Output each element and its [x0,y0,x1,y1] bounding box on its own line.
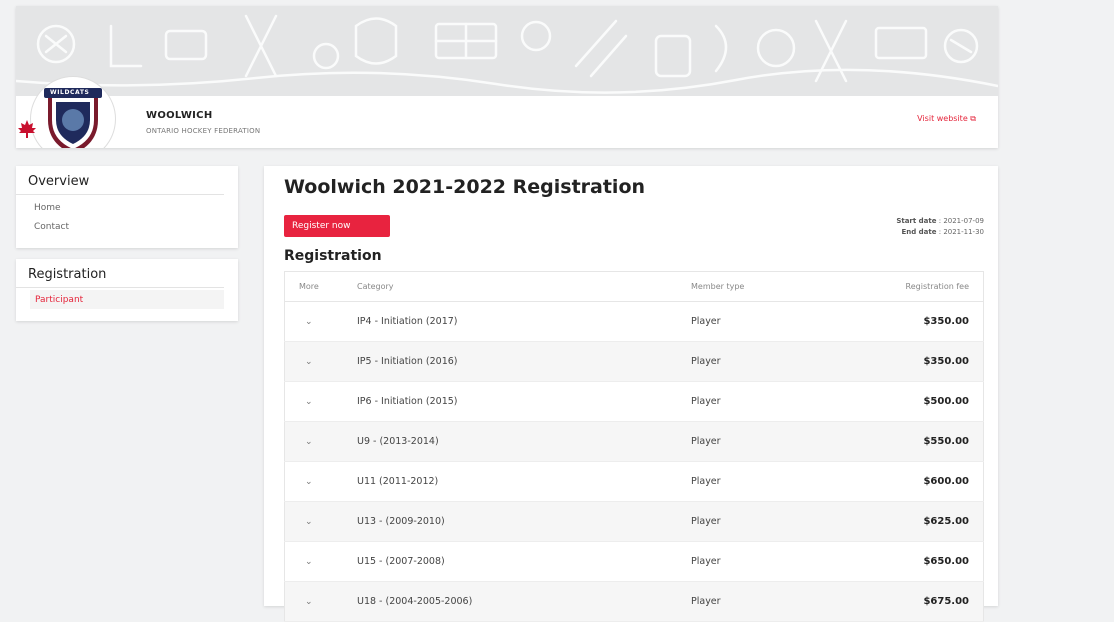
member-type-cell: Player [690,421,862,462]
fee-cell: $350.00 [862,301,984,342]
table-body: ⌄ IP4 - Initiation (2017) Player $350.00 ⌄ IP… [284,301,984,622]
chevron-down-icon[interactable]: ⌄ [299,357,313,367]
registration-dates: Start date : 2021-07-09 End date : 2021-… [896,217,984,236]
wildcats-crest [44,88,102,148]
registration-panel: Woolwich 2021-2022 Registration Register… [264,166,998,622]
member-type-cell: Player [690,541,862,582]
fee-cell: $650.00 [862,541,984,582]
table-row[interactable]: ⌄ IP4 - Initiation (2017) Player $350.00 [284,301,984,342]
table-header-row: More Category Member type Registration f… [284,271,984,302]
expand-cell[interactable]: ⌄ [284,501,356,542]
column-header-category: Category [356,271,690,302]
column-header-registration-fee: Registration fee [862,271,984,302]
expand-cell[interactable]: ⌄ [284,301,356,342]
expand-cell[interactable]: ⌄ [284,341,356,382]
sidebar-registration-card: Registration Participant [16,259,238,321]
category-cell: U9 - (2013-2014) [356,421,690,462]
fee-cell: $675.00 [862,581,984,622]
category-cell: IP6 - Initiation (2015) [356,381,690,422]
expand-cell[interactable]: ⌄ [284,421,356,462]
chevron-down-icon[interactable]: ⌄ [299,517,313,527]
table-row[interactable]: ⌄ U9 - (2013-2014) Player $550.00 [284,421,984,462]
visit-website-link[interactable]: Visit website ⧉ [917,114,976,124]
category-cell: IP5 - Initiation (2016) [356,341,690,382]
member-type-cell: Player [690,341,862,382]
table-row[interactable]: ⌄ U13 - (2009-2010) Player $625.00 [284,501,984,542]
hockey-pattern-banner [16,6,998,96]
member-type-cell: Player [690,301,862,342]
member-type-cell: Player [690,501,862,542]
fee-cell: $600.00 [862,461,984,502]
sidebar-overview-card: Overview Home Contact [16,166,238,248]
federation-name: ONTARIO HOCKEY FEDERATION [146,127,261,135]
expand-cell[interactable]: ⌄ [284,461,356,502]
sidebar-item-participant[interactable]: Participant [30,290,224,309]
organization-header: WILDCATS WOOLWICH ONTARIO HOCKEY FEDERAT… [16,6,998,148]
maple-leaf-icon [18,120,36,138]
member-type-cell: Player [690,461,862,502]
column-header-member-type: Member type [690,271,862,302]
organization-name: WOOLWICH [146,110,213,121]
table-row[interactable]: ⌄ U15 - (2007-2008) Player $650.00 [284,541,984,582]
end-date-label: End date [901,228,937,236]
category-cell: U18 - (2004-2005-2006) [356,581,690,622]
table-row[interactable]: ⌄ U11 (2011-2012) Player $600.00 [284,461,984,502]
column-header-more: More [284,271,356,302]
sidebar-item-contact[interactable]: Contact [16,217,238,236]
sidebar-overview-title: Overview [16,166,224,195]
expand-cell[interactable]: ⌄ [284,541,356,582]
expand-cell[interactable]: ⌄ [284,381,356,422]
expand-cell[interactable]: ⌄ [284,581,356,622]
start-date-label: Start date [896,217,937,225]
fee-cell: $350.00 [862,341,984,382]
start-date-value: 2021-07-09 [943,217,984,225]
registration-table: More Category Member type Registration f… [284,271,984,622]
banner-pattern [16,14,998,94]
register-now-button[interactable]: Register now [284,215,390,237]
end-date-value: 2021-11-30 [943,228,984,236]
chevron-down-icon[interactable]: ⌄ [299,317,313,327]
section-title: Registration [284,248,382,264]
category-cell: IP4 - Initiation (2017) [356,301,690,342]
fee-cell: $500.00 [862,381,984,422]
table-row[interactable]: ⌄ U18 - (2004-2005-2006) Player $675.00 [284,581,984,622]
chevron-down-icon[interactable]: ⌄ [299,597,313,607]
logo-text: WILDCATS [50,89,90,96]
table-row[interactable]: ⌄ IP6 - Initiation (2015) Player $500.00 [284,381,984,422]
member-type-cell: Player [690,381,862,422]
member-type-cell: Player [690,581,862,622]
fee-cell: $550.00 [862,421,984,462]
category-cell: U13 - (2009-2010) [356,501,690,542]
chevron-down-icon[interactable]: ⌄ [299,397,313,407]
team-logo: WILDCATS [30,76,122,148]
fee-cell: $625.00 [862,501,984,542]
page-title: Woolwich 2021-2022 Registration [284,176,646,198]
sidebar-registration-title: Registration [16,259,224,288]
chevron-down-icon[interactable]: ⌄ [299,437,313,447]
category-cell: U15 - (2007-2008) [356,541,690,582]
category-cell: U11 (2011-2012) [356,461,690,502]
sidebar-item-home[interactable]: Home [16,198,238,217]
chevron-down-icon[interactable]: ⌄ [299,477,313,487]
chevron-down-icon[interactable]: ⌄ [299,557,313,567]
table-row[interactable]: ⌄ IP5 - Initiation (2016) Player $350.00 [284,341,984,382]
